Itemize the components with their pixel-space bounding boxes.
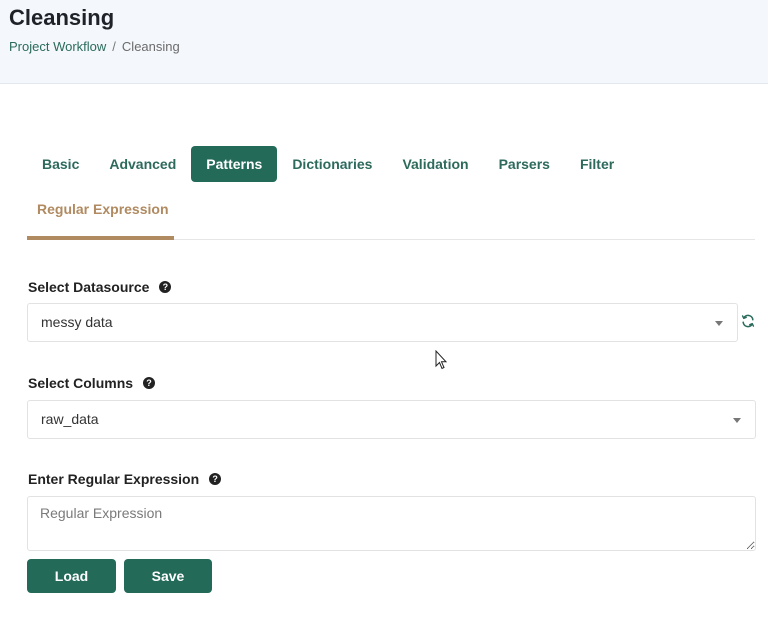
- datasource-selected-value: messy data: [41, 314, 113, 330]
- tab-filter[interactable]: Filter: [565, 146, 629, 182]
- breadcrumb-separator: /: [112, 39, 116, 54]
- tab-advanced[interactable]: Advanced: [94, 146, 191, 182]
- subtab-regular-expression[interactable]: Regular Expression: [27, 196, 179, 240]
- tab-patterns[interactable]: Patterns: [191, 146, 278, 182]
- tab-basic[interactable]: Basic: [27, 146, 94, 182]
- caret-down-icon: [715, 321, 723, 326]
- question-circle-icon[interactable]: ?: [159, 281, 172, 293]
- datasource-label: Select Datasource ?: [28, 279, 172, 295]
- page-header: Cleansing Project Workflow / Cleansing: [0, 0, 768, 84]
- regex-label-text: Enter Regular Expression: [28, 471, 200, 487]
- save-button[interactable]: Save: [124, 559, 212, 593]
- workflow-tabs: Basic Advanced Patterns Dictionaries Val…: [27, 146, 629, 182]
- columns-label: Select Columns ?: [28, 375, 156, 391]
- question-circle-icon[interactable]: ?: [143, 377, 156, 389]
- question-circle-icon[interactable]: ?: [209, 473, 222, 485]
- load-button[interactable]: Load: [27, 559, 116, 593]
- columns-label-text: Select Columns: [28, 375, 134, 391]
- datasource-label-text: Select Datasource: [28, 279, 150, 295]
- breadcrumb: Project Workflow / Cleansing: [9, 39, 180, 54]
- refresh-icon[interactable]: [741, 314, 755, 328]
- datasource-select[interactable]: messy data: [27, 303, 738, 342]
- regex-input[interactable]: [27, 496, 756, 551]
- mouse-cursor-icon: [435, 350, 447, 370]
- tab-parsers[interactable]: Parsers: [484, 146, 565, 182]
- pattern-subtabs: Regular Expression: [27, 196, 755, 240]
- caret-down-icon: [733, 418, 741, 423]
- tab-dictionaries[interactable]: Dictionaries: [277, 146, 387, 182]
- page-title: Cleansing: [9, 5, 115, 30]
- regex-label: Enter Regular Expression ?: [28, 471, 222, 487]
- columns-select[interactable]: raw_data: [27, 400, 756, 439]
- columns-selected-value: raw_data: [41, 411, 99, 427]
- breadcrumb-current: Cleansing: [121, 39, 180, 54]
- breadcrumb-project-workflow[interactable]: Project Workflow: [9, 39, 106, 54]
- tab-validation[interactable]: Validation: [387, 146, 483, 182]
- active-subtab-indicator: [27, 236, 174, 240]
